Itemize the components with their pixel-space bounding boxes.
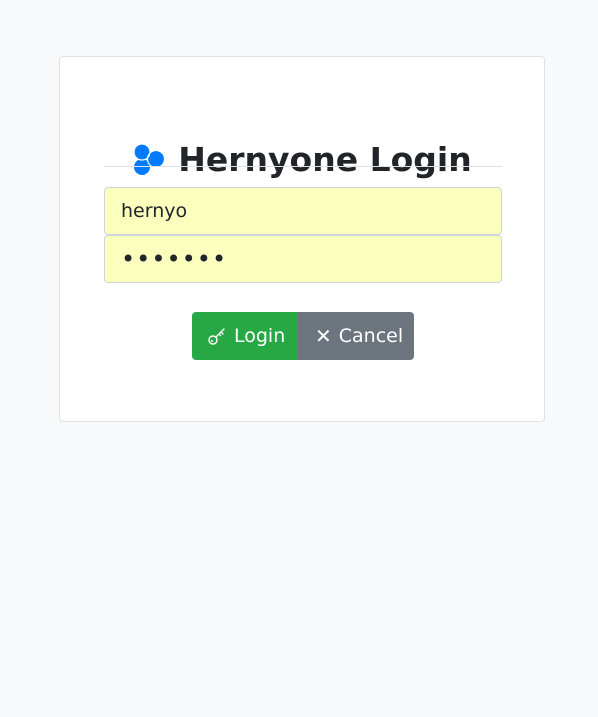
login-header: Hernyone Login [60,142,544,176]
cancel-label: Cancel [338,325,404,347]
login-card: Hernyone Login hernyo ••••••• Login ✕ Ca… [59,56,545,422]
page-title: Hernyone Login [178,139,472,179]
close-icon: ✕ [315,324,332,348]
header-divider [104,166,502,167]
key-icon [207,326,227,346]
action-buttons: Login ✕ Cancel [192,312,414,360]
login-button[interactable]: Login [192,312,298,360]
login-label: Login [234,325,286,347]
username-value: hernyo [121,200,188,222]
bubbles-logo-icon [132,142,166,176]
username-input[interactable]: hernyo [104,187,502,235]
cancel-button[interactable]: ✕ Cancel [298,312,414,360]
password-value: ••••••• [121,245,228,273]
password-input[interactable]: ••••••• [104,235,502,283]
